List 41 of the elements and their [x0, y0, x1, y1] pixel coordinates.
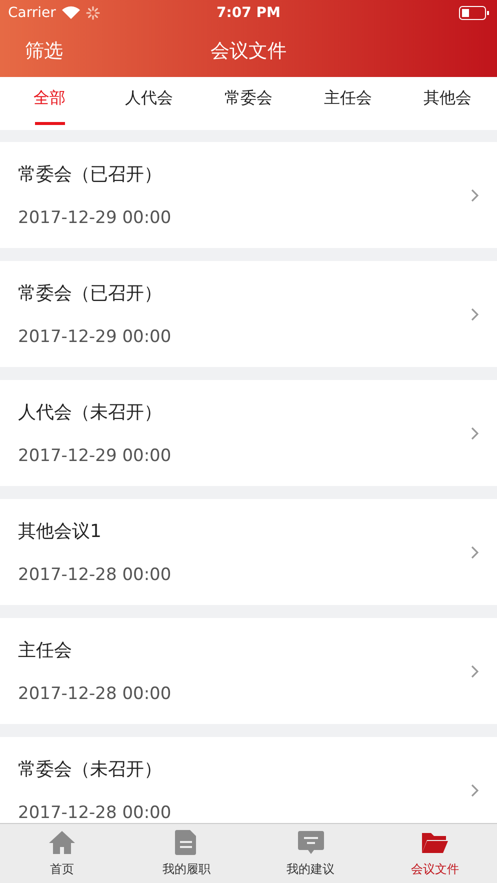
meeting-title: 其他会议1	[18, 520, 102, 543]
chevron-icon	[471, 426, 479, 440]
meeting-date: 2017-12-28 00:00	[18, 565, 172, 585]
category-tab[interactable]: 其他会	[423, 88, 472, 109]
meeting-title: 常委会（已召开）	[18, 163, 163, 186]
status-time: 7:07 PM	[216, 4, 280, 20]
meeting-date: 2017-12-29 00:00	[18, 208, 172, 228]
category-tab[interactable]: 全部	[34, 88, 66, 109]
battery-icon	[459, 6, 489, 20]
chevron-icon	[471, 308, 479, 320]
meeting-card[interactable]: 常委会（已召开） 2017-12-29 00:00	[0, 142, 497, 248]
wifi-icon	[62, 6, 80, 19]
chevron-icon	[471, 784, 479, 796]
meeting-card[interactable]: 人代会（未召开） 2017-12-29 00:00	[0, 380, 497, 486]
category-tab[interactable]: 人代会	[125, 88, 174, 109]
tab-bar-item[interactable]: 我的建议	[286, 861, 335, 878]
chevron-icon	[471, 188, 479, 202]
chevron-icon	[471, 664, 479, 678]
meeting-title: 常委会（未召开）	[18, 758, 163, 781]
message-icon	[296, 829, 325, 855]
meeting-card[interactable]: 常委会（已召开） 2017-12-29 00:00	[0, 261, 497, 367]
carrier-name: Carrier	[8, 4, 56, 20]
meeting-title: 人代会（未召开）	[18, 401, 163, 424]
page-title: 会议文件	[210, 39, 286, 64]
tab-bar-item[interactable]: 我的履职	[162, 861, 210, 878]
tab-bar-item[interactable]: 首页	[50, 861, 74, 878]
meeting-card[interactable]: 主任会 2017-12-28 00:00	[0, 618, 497, 724]
home-icon	[48, 829, 76, 855]
meeting-title: 主任会	[18, 639, 73, 662]
spinner-icon	[86, 6, 100, 20]
meeting-date: 2017-12-28 00:00	[18, 803, 172, 823]
meeting-card[interactable]: 其他会议1 2017-12-28 00:00	[0, 499, 497, 605]
meeting-date: 2017-12-28 00:00	[18, 684, 172, 704]
category-tab[interactable]: 主任会	[324, 88, 372, 109]
category-tab[interactable]: 常委会	[224, 88, 273, 109]
chevron-icon	[471, 546, 479, 558]
meeting-date: 2017-12-29 00:00	[18, 327, 172, 347]
tab-bar-item[interactable]: 会议文件	[410, 861, 459, 878]
meeting-card[interactable]: 常委会（未召开） 2017-12-28 00:00	[0, 737, 497, 823]
meeting-title: 常委会（已召开）	[18, 282, 163, 305]
meeting-date: 2017-12-29 00:00	[18, 446, 172, 466]
